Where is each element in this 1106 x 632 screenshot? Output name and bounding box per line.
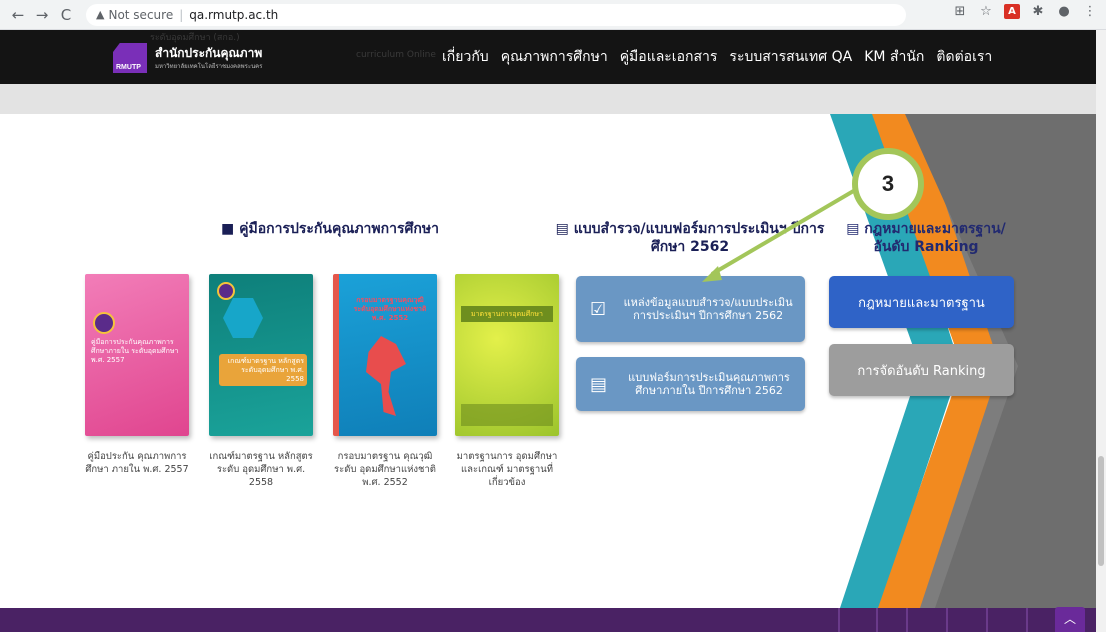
menu-km[interactable]: KM สำนัก bbox=[858, 46, 930, 68]
forward-icon[interactable]: → bbox=[30, 3, 54, 27]
extensions-icon[interactable]: ✱ bbox=[1030, 4, 1046, 19]
reload-icon[interactable]: C bbox=[54, 3, 78, 27]
back-icon[interactable]: ← bbox=[6, 3, 30, 27]
url-separator: | bbox=[179, 7, 184, 22]
header-ghost-text-1: ระดับอุดมศึกษา (สกอ.) bbox=[150, 33, 240, 43]
annotation-arrow bbox=[702, 184, 864, 282]
annotation-arrow-line bbox=[710, 184, 864, 276]
more-menu-icon[interactable]: ⋮ bbox=[1082, 4, 1098, 19]
site-header: ระดับอุดมศึกษา (สกอ.) curriculum Online … bbox=[0, 30, 1096, 84]
url-text: qa.rmutp.ac.th bbox=[189, 7, 279, 22]
profile-icon[interactable]: ● bbox=[1056, 4, 1072, 19]
browser-actions: ⊞ ☆ A ✱ ● ⋮ bbox=[952, 4, 1098, 19]
browser-toolbar: ← → C ▲ Not secure | qa.rmutp.ac.th ⊞ ☆ … bbox=[0, 0, 1106, 30]
logo-badge: RMUTP bbox=[116, 64, 141, 71]
scrollbar-thumb[interactable] bbox=[1098, 456, 1104, 566]
footer-stripe bbox=[906, 608, 908, 632]
chevron-up-icon: ︿ bbox=[1063, 612, 1076, 626]
warning-icon: ▲ bbox=[96, 8, 105, 21]
address-bar[interactable]: ▲ Not secure | qa.rmutp.ac.th bbox=[86, 3, 906, 26]
footer-band bbox=[0, 608, 1096, 632]
footer-stripe bbox=[946, 608, 948, 632]
logo-subtitle: มหาวิทยาลัยเทคโนโลยีราชมงคลพระนคร bbox=[155, 63, 263, 70]
security-label: Not secure bbox=[108, 7, 174, 22]
main-menu: เกี่ยวกับ คุณภาพการศึกษา คู่มือและเอกสาร… bbox=[436, 46, 998, 68]
menu-education-quality[interactable]: คุณภาพการศึกษา bbox=[495, 46, 614, 68]
star-icon[interactable]: ☆ bbox=[978, 4, 994, 19]
footer-stripe bbox=[1026, 608, 1028, 632]
menu-about[interactable]: เกี่ยวกับ bbox=[436, 46, 495, 68]
scroll-top-button[interactable]: ︿ bbox=[1055, 607, 1085, 632]
footer-stripe bbox=[986, 608, 988, 632]
grey-band bbox=[0, 84, 1096, 114]
footer-stripe bbox=[838, 608, 840, 632]
header-ghost-text-2: curriculum Online bbox=[356, 50, 436, 60]
footer-stripe bbox=[876, 608, 878, 632]
menu-qa-system[interactable]: ระบบสารสนเทศ QA bbox=[723, 46, 858, 68]
step-callout: 3 bbox=[852, 148, 924, 220]
logo[interactable]: RMUTP bbox=[113, 43, 147, 73]
menu-manuals[interactable]: คู่มือและเอกสาร bbox=[614, 46, 724, 68]
pdf-extension-icon[interactable]: A bbox=[1004, 4, 1020, 19]
main-content: ■ คู่มือการประกันคุณภาพการศึกษา ▤ แบบสำร… bbox=[0, 114, 1096, 608]
translate-icon[interactable]: ⊞ bbox=[952, 4, 968, 19]
menu-contact[interactable]: ติดต่อเรา bbox=[930, 46, 998, 68]
